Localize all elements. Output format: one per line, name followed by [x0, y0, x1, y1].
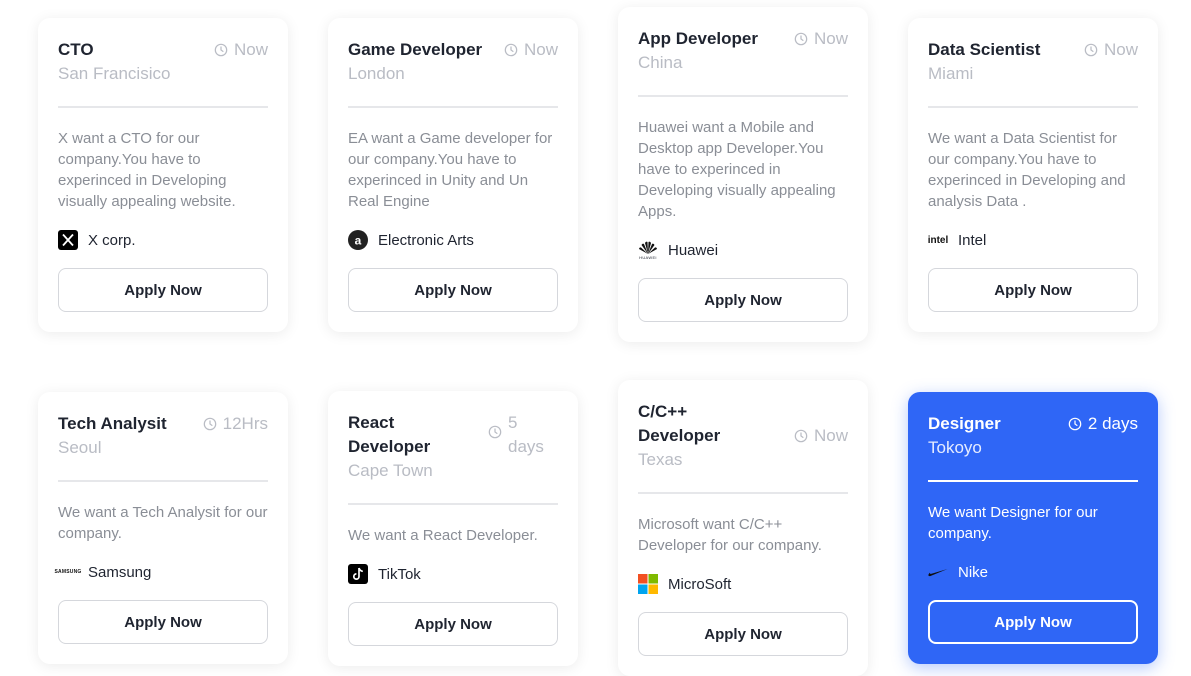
job-card: CTO San Francisico Now X want a CTO for …: [38, 18, 288, 332]
clock-icon: [203, 417, 216, 431]
divider: [928, 480, 1138, 482]
job-location: China: [638, 53, 683, 72]
posted-time-text: 2 days: [1087, 414, 1138, 433]
apply-now-button[interactable]: Apply Now: [348, 268, 558, 312]
apply-now-button[interactable]: Apply Now: [58, 600, 268, 644]
job-description: Microsoft want C/C++ Developer for our c…: [638, 516, 822, 554]
company-name: TikTok: [378, 565, 421, 583]
posted-time: Now: [504, 38, 558, 62]
divider: [638, 492, 848, 494]
job-card: App Developer China Now Huawei want a Mo…: [618, 7, 868, 342]
posted-time: Now: [794, 27, 848, 51]
apply-now-button[interactable]: Apply Now: [928, 268, 1138, 312]
company-name: Electronic Arts: [378, 231, 474, 249]
posted-time: 5 days: [488, 411, 548, 459]
job-title: CTO: [58, 40, 94, 59]
posted-time: Now: [794, 424, 848, 448]
job-title: React Developer: [348, 413, 431, 456]
company-name: Nike: [958, 563, 989, 581]
divider: [928, 106, 1138, 108]
divider: [58, 106, 268, 108]
huawei-logo-icon: HUAWEI: [638, 240, 658, 260]
posted-time: 2 days: [1068, 412, 1138, 436]
apply-now-button[interactable]: Apply Now: [638, 278, 848, 322]
company: Nike: [928, 560, 1138, 584]
samsung-logo-icon: SAMSUNG: [54, 569, 82, 575]
job-description: Huawei want a Mobile and Desktop app Dev…: [638, 119, 836, 220]
job-title: Game Developer: [348, 40, 483, 59]
clock-icon: [214, 43, 228, 57]
clock-icon: [794, 429, 808, 443]
company: TikTok: [348, 562, 558, 586]
job-location: Tokoyo: [928, 438, 982, 457]
job-title: App Developer: [638, 29, 758, 48]
company: a Electronic Arts: [348, 228, 558, 252]
clock-icon: [1084, 43, 1098, 57]
company-name: Samsung: [88, 563, 152, 581]
job-location: Texas: [638, 450, 683, 469]
apply-now-button[interactable]: Apply Now: [638, 612, 848, 656]
posted-time-text: Now: [233, 40, 268, 59]
job-description: We want a Tech Analysit for our company.: [58, 504, 268, 542]
job-location: Miami: [928, 64, 974, 83]
tiktok-logo-icon: [348, 564, 368, 584]
apply-now-button[interactable]: Apply Now: [58, 268, 268, 312]
company: X corp.: [58, 228, 268, 252]
job-card: Data Scientist Miami Now We want a Data …: [908, 18, 1158, 332]
job-title: Data Scientist: [928, 40, 1041, 59]
company-name: MicroSoft: [668, 575, 732, 593]
job-location: Cape Town: [348, 461, 433, 480]
posted-time: 12Hrs: [203, 412, 268, 436]
posted-time-text: Now: [523, 40, 558, 59]
job-location: Seoul: [58, 438, 102, 457]
job-title: C/C++ Developer: [638, 402, 721, 445]
company: intel Intel: [928, 228, 1138, 252]
intel-logo-icon: intel: [927, 234, 949, 246]
company: SAMSUNG Samsung: [54, 560, 268, 584]
clock-icon: [1068, 417, 1082, 431]
clock-icon: [504, 43, 518, 57]
svg-text:a: a: [355, 234, 362, 248]
clock-icon: [794, 32, 808, 46]
job-card: Game Developer London Now EA want a Game…: [328, 18, 578, 332]
job-title: Designer: [928, 414, 1001, 433]
posted-time-text: Now: [813, 29, 848, 48]
job-location: London: [348, 64, 405, 83]
posted-time: Now: [1084, 38, 1138, 62]
job-card: Tech Analysit Seoul 12Hrs We want a Tech…: [38, 392, 288, 664]
job-description: We want a Data Scientist for our company…: [928, 130, 1126, 210]
microsoft-logo-icon: [638, 574, 658, 594]
job-description: We want Designer for our company.: [928, 504, 1098, 542]
job-card: React Developer Cape Town 5 days We want…: [328, 391, 578, 666]
ea-logo-icon: a: [348, 230, 368, 250]
divider: [58, 480, 268, 482]
company-name: Intel: [958, 231, 987, 249]
company: MicroSoft: [638, 572, 848, 596]
job-description: X want a CTO for our company.You have to…: [58, 130, 236, 210]
job-title: Tech Analysit: [58, 414, 167, 433]
x-logo-icon: [58, 230, 78, 250]
posted-time-text: 12Hrs: [222, 414, 268, 433]
job-description: We want a React Developer.: [348, 527, 538, 544]
divider: [348, 503, 558, 505]
divider: [348, 106, 558, 108]
job-card-featured: Designer Tokoyo 2 days We want Designer …: [908, 392, 1158, 664]
apply-now-button[interactable]: Apply Now: [928, 600, 1138, 644]
apply-now-button[interactable]: Apply Now: [348, 602, 558, 646]
posted-time-text: Now: [813, 426, 848, 445]
company-name: X corp.: [88, 231, 136, 249]
nike-logo-icon: [928, 562, 948, 582]
posted-time-text: Now: [1103, 40, 1138, 59]
clock-icon: [488, 425, 502, 439]
posted-time: Now: [214, 38, 268, 62]
job-location: San Francisico: [58, 64, 171, 83]
company-name: Huawei: [668, 241, 719, 259]
job-description: EA want a Game developer for our company…: [348, 130, 553, 210]
posted-time-text: 5 days: [508, 413, 544, 456]
divider: [638, 95, 848, 97]
company: HUAWEI Huawei: [638, 238, 848, 262]
job-card: C/C++ Developer Texas Now Microsoft want…: [618, 380, 868, 676]
